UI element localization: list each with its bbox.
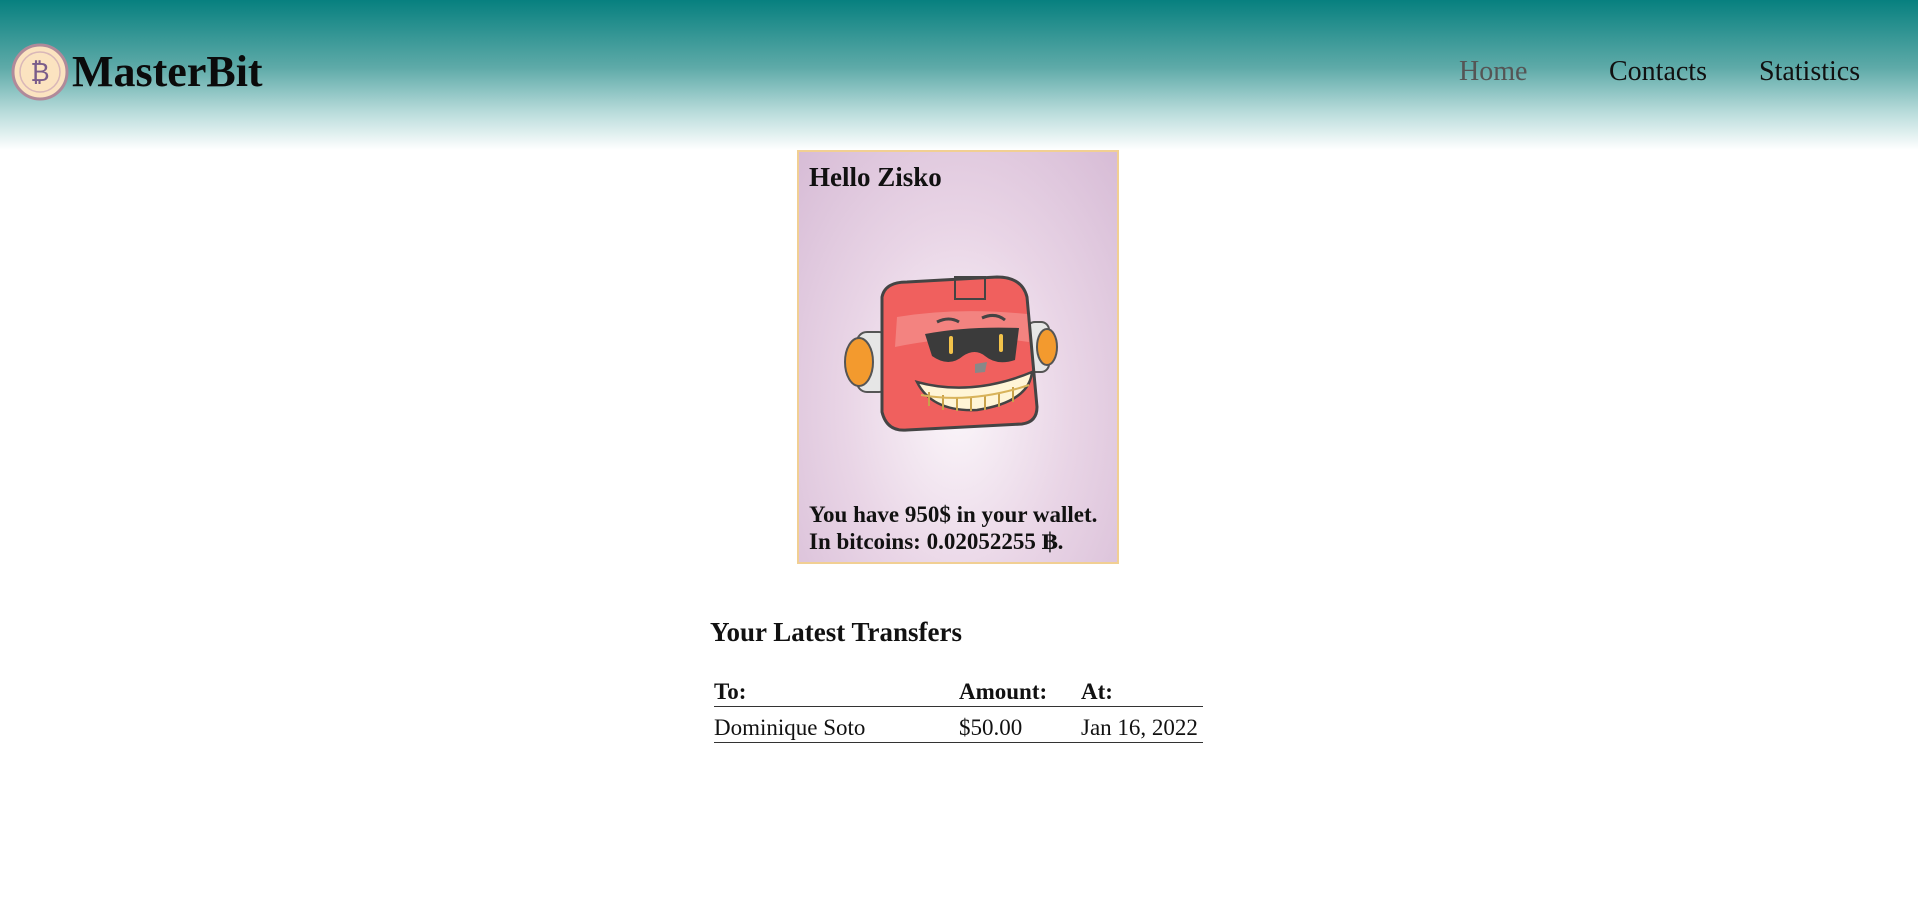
robot-avatar-icon bbox=[844, 275, 1058, 432]
column-header-amount: Amount: bbox=[959, 675, 1081, 707]
brand-name: MasterBit bbox=[72, 47, 263, 96]
nav-home[interactable]: Home bbox=[1459, 56, 1527, 88]
bitcoin-coin-icon: ₿ bbox=[11, 43, 69, 101]
greeting: Hello Zisko bbox=[809, 162, 942, 192]
table-row: Dominique Soto $50.00 Jan 16, 2022 bbox=[714, 706, 1203, 743]
transfers-table: To: Amount: At: Dominique Soto $50.00 Ja… bbox=[714, 675, 1203, 743]
nav-statistics[interactable]: Statistics bbox=[1759, 56, 1860, 88]
transfers-title: Your Latest Transfers bbox=[710, 617, 962, 647]
column-header-to: To: bbox=[714, 675, 959, 707]
wallet-summary: You have 950$ in your wallet. In bitcoin… bbox=[809, 501, 1097, 555]
transfer-recipient: Dominique Soto bbox=[714, 706, 959, 743]
bitcoin-balance: In bitcoins: 0.02052255 ฿. bbox=[809, 529, 1064, 554]
user-card: Hello Zisko You have 950$ in your wallet… bbox=[797, 150, 1119, 564]
column-header-at: At: bbox=[1081, 675, 1203, 707]
logo[interactable]: ₿ MasterBit bbox=[11, 43, 263, 101]
nav-contacts[interactable]: Contacts bbox=[1609, 56, 1707, 88]
transfer-amount: $50.00 bbox=[959, 706, 1081, 743]
app-header: ₿ MasterBit Home Contacts Statistics bbox=[0, 0, 1918, 150]
transfer-date: Jan 16, 2022 bbox=[1081, 706, 1203, 743]
wallet-balance: You have 950$ in your wallet. bbox=[809, 502, 1098, 527]
table-header-row: To: Amount: At: bbox=[714, 675, 1203, 707]
svg-text:₿: ₿ bbox=[30, 58, 49, 88]
